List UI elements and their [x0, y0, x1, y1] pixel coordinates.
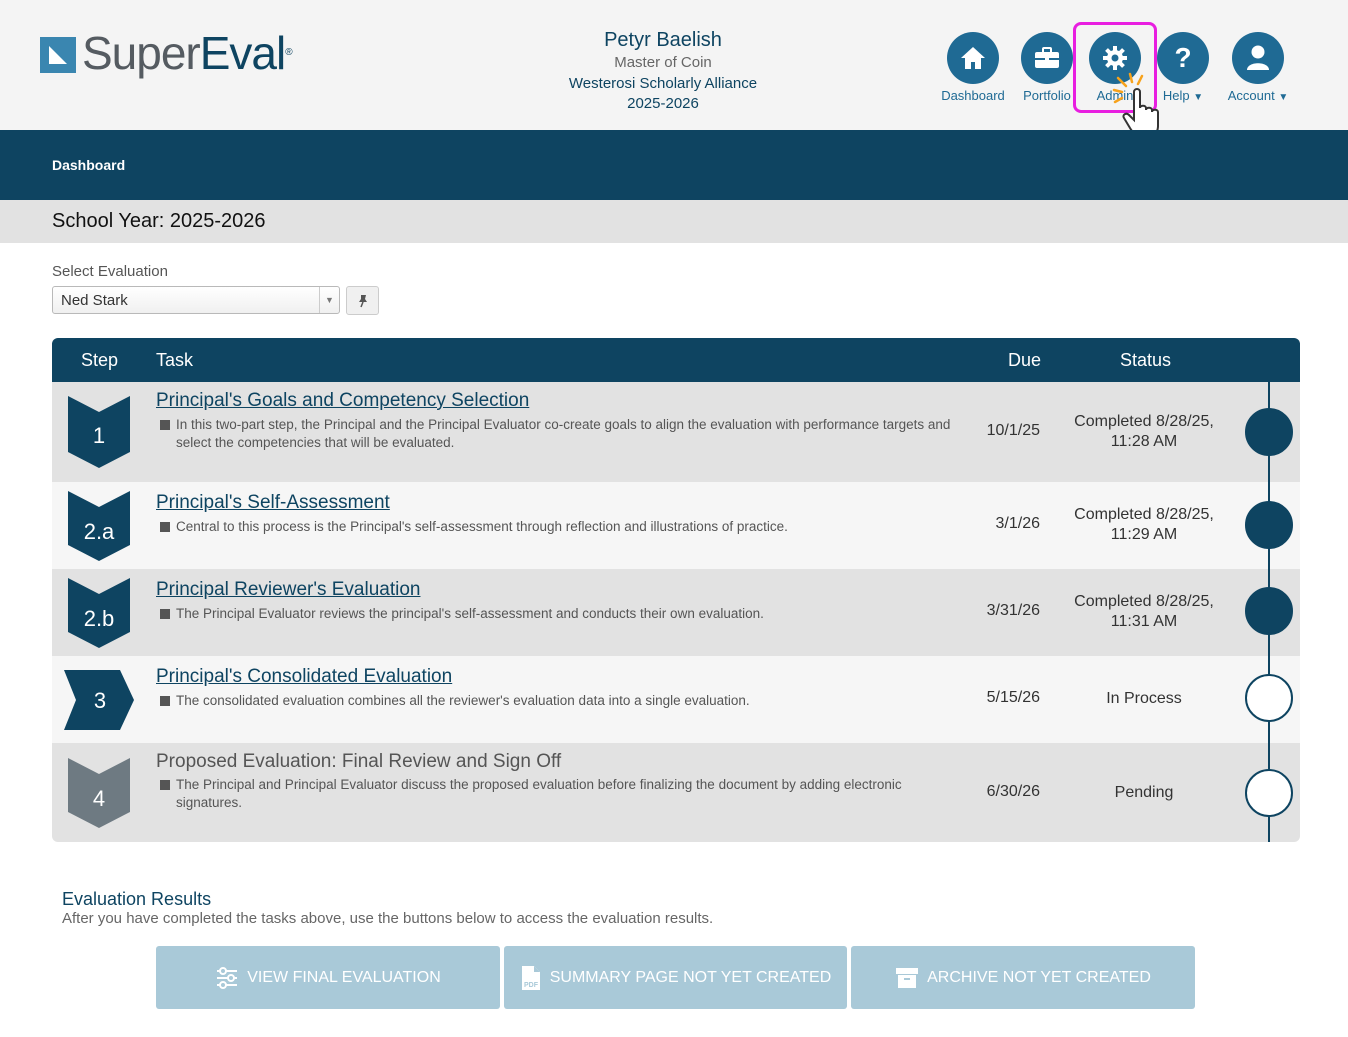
- table-row: 1 Principal's Goals and Competency Selec…: [52, 382, 1300, 482]
- user-name: Petyr Baelish: [604, 29, 722, 51]
- task-status: In Process: [1106, 690, 1182, 707]
- step-chevron-icon: 1: [68, 396, 130, 468]
- step-chevron-icon: 4: [68, 758, 130, 828]
- due-date: 3/1/26: [995, 515, 1040, 532]
- pin-button[interactable]: [346, 286, 379, 315]
- header-due: Due: [1008, 350, 1042, 370]
- task-status: Completed 8/28/25, 11:29 AM: [1074, 506, 1214, 543]
- table-row: 2.b Principal Reviewer's Evaluation The …: [52, 569, 1300, 656]
- task-title: Proposed Evaluation: Final Review and Si…: [156, 751, 562, 772]
- header-status: Status: [1120, 350, 1172, 370]
- bullet-icon: [160, 420, 170, 430]
- due-date: 6/30/26: [986, 783, 1040, 800]
- summary-page-label: SUMMARY PAGE NOT YET CREATED: [549, 968, 832, 986]
- table-header: Step Task Due Status: [52, 338, 1300, 382]
- status-complete-icon: [1245, 408, 1293, 456]
- chevron-down-icon[interactable]: ▼: [1278, 92, 1288, 103]
- task-description: Central to this process is the Principal…: [176, 519, 788, 534]
- breadcrumb-bar: Dashboard: [0, 130, 1348, 200]
- bullet-icon: [160, 696, 170, 706]
- status-complete-icon: [1245, 501, 1293, 549]
- logo-mark-icon: [40, 37, 76, 73]
- table-row: 3 Principal's Consolidated Evaluation Th…: [52, 656, 1300, 743]
- bullet-icon: [160, 609, 170, 619]
- summary-page-button[interactable]: PDF SUMMARY PAGE NOT YET CREATED: [504, 946, 847, 1009]
- bullet-icon: [160, 522, 170, 532]
- header-task: Task: [156, 350, 194, 370]
- task-title-link[interactable]: Principal's Goals and Competency Selecti…: [156, 390, 529, 412]
- archive-icon: [896, 967, 919, 988]
- step-number: 2.b: [84, 606, 115, 631]
- step-chevron-icon: 2.b: [68, 578, 130, 648]
- task-title-link[interactable]: Principal's Self-Assessment: [156, 492, 390, 514]
- task-title-link[interactable]: Principal Reviewer's Evaluation: [156, 579, 420, 601]
- user-school-year: 2025-2026: [627, 95, 699, 112]
- user-icon[interactable]: [1232, 32, 1284, 84]
- bullet-icon: [160, 780, 170, 790]
- view-final-evaluation-button[interactable]: VIEW FINAL EVALUATION: [156, 946, 500, 1009]
- school-year-title: School Year: 2025-2026: [52, 210, 266, 232]
- archive-label: ARCHIVE NOT YET CREATED: [927, 968, 1151, 986]
- logo-super-text: Super: [82, 27, 201, 79]
- logo-registered-mark: ®: [285, 47, 292, 58]
- select-evaluation-label: Select Evaluation: [52, 263, 168, 280]
- task-status: Completed 8/28/25, 11:28 AM: [1074, 413, 1214, 450]
- pdf-icon: PDF: [521, 965, 540, 990]
- view-final-evaluation-label: VIEW FINAL EVALUATION: [247, 968, 441, 986]
- logo-eval-text: Eval: [199, 27, 286, 79]
- briefcase-icon[interactable]: [1021, 32, 1073, 84]
- breadcrumb-dashboard[interactable]: Dashboard: [52, 157, 125, 173]
- select-evaluation-dropdown[interactable]: Ned Stark ▼: [52, 286, 340, 314]
- step-chevron-icon: 2.a: [68, 491, 130, 561]
- step-number: 4: [93, 786, 105, 811]
- user-role: Master of Coin: [614, 54, 712, 71]
- table-row: 2.a Principal's Self-Assessment Central …: [52, 482, 1300, 569]
- user-organization: Westerosi Scholarly Alliance: [568, 75, 758, 92]
- task-status: Pending: [1114, 784, 1174, 801]
- sliders-icon: [217, 966, 238, 989]
- results-title: Evaluation Results: [62, 889, 212, 909]
- task-description: The Principal Evaluator reviews the prin…: [176, 606, 764, 621]
- step-arrow-icon: 3: [64, 670, 134, 730]
- task-description: The consolidated evaluation combines all…: [176, 693, 750, 708]
- user-info: Petyr Baelish Master of Coin Westerosi S…: [513, 27, 813, 114]
- header-step: Step: [81, 350, 119, 370]
- task-title-link[interactable]: Principal's Consolidated Evaluation: [156, 666, 452, 688]
- school-year-bar: School Year: 2025-2026: [0, 200, 1348, 243]
- pin-icon: [358, 294, 367, 307]
- chevron-down-icon[interactable]: ▼: [1193, 92, 1203, 103]
- due-date: 5/15/26: [986, 689, 1040, 706]
- table-row: 4 Proposed Evaluation: Final Review and …: [52, 743, 1300, 842]
- step-number: 2.a: [84, 519, 115, 544]
- due-date: 10/1/25: [986, 422, 1040, 439]
- svg-text:PDF: PDF: [524, 982, 539, 989]
- selected-evaluation: Ned Stark: [61, 292, 128, 309]
- nav-account[interactable]: Account ▼: [1218, 32, 1298, 103]
- due-date: 3/31/26: [986, 602, 1040, 619]
- nav-dashboard-label[interactable]: Dashboard: [933, 88, 1013, 103]
- app-header: SuperEval® Petyr Baelish Master of Coin …: [0, 0, 1348, 139]
- superEval-logo[interactable]: SuperEval®: [40, 27, 293, 79]
- home-icon[interactable]: [947, 32, 999, 84]
- task-description: In this two-part step, the Principal and…: [176, 417, 951, 450]
- task-status: Completed 8/28/25, 11:31 AM: [1074, 593, 1214, 630]
- status-open-icon: [1245, 674, 1293, 722]
- nav-dashboard[interactable]: Dashboard: [933, 32, 1013, 103]
- status-open-icon: [1245, 769, 1293, 817]
- status-complete-icon: [1245, 587, 1293, 635]
- step-number: 3: [94, 688, 106, 713]
- chevron-down-icon[interactable]: ▼: [319, 287, 339, 313]
- step-number: 1: [93, 423, 105, 448]
- archive-button[interactable]: ARCHIVE NOT YET CREATED: [851, 946, 1195, 1009]
- nav-account-label[interactable]: Account: [1228, 88, 1275, 103]
- steps-table: Step Task Due Status 1 Principal's Goals…: [52, 338, 1300, 842]
- results-description: After you have completed the tasks above…: [62, 910, 714, 927]
- task-description: The Principal and Principal Evaluator di…: [176, 777, 902, 810]
